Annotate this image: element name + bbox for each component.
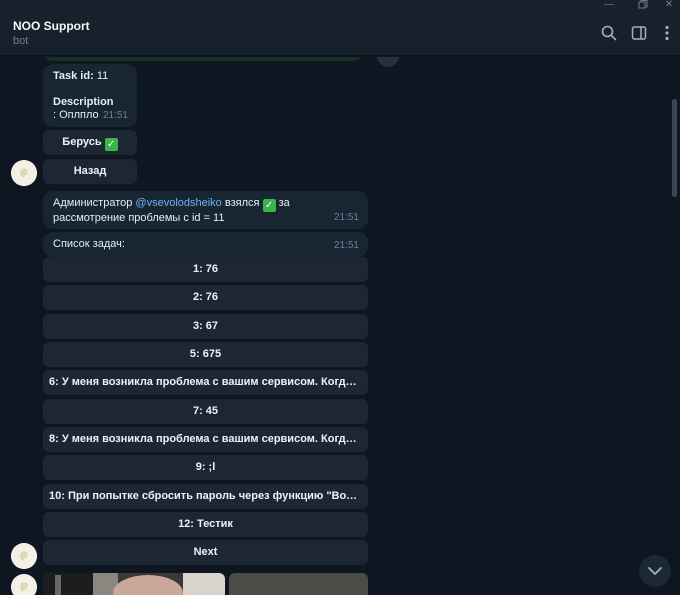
previous-message-bubble <box>43 57 363 61</box>
check-mark-icon: ✓ <box>262 199 276 212</box>
bot-avatar[interactable] <box>11 574 37 595</box>
admin-notice-prefix: Администратор <box>53 197 136 209</box>
message-time: 21:51 <box>102 110 128 121</box>
task-list-item-button[interactable]: 9: ;l <box>43 455 368 480</box>
task-list-bubble: Список задач: 21:51 <box>43 232 368 257</box>
task-list-item-button[interactable]: 10: При попытке сбросить пароль через фу… <box>43 484 368 509</box>
next-page-button[interactable]: Next <box>43 540 368 565</box>
task-list-item-button[interactable]: 2: 76 <box>43 285 368 310</box>
task-list-item-button[interactable]: 8: У меня возникла проблема с вашим серв… <box>43 427 368 452</box>
close-window-icon[interactable]: ✕ <box>658 0 680 12</box>
previous-reaction-button[interactable] <box>377 57 399 67</box>
message-time: 21:51 <box>333 240 359 251</box>
task-list-item-button[interactable]: 3: 67 <box>43 314 368 339</box>
next-page-label: Next <box>193 546 218 558</box>
bot-avatar[interactable] <box>11 160 37 186</box>
task-list-item-label: 9: ;l <box>195 461 216 473</box>
maximize-icon[interactable] <box>632 0 654 12</box>
chat-header: NOO Support bot — ✕ <box>0 0 680 56</box>
task-list-item-button[interactable]: 12: Тестик <box>43 512 368 537</box>
task-list-title: Список задач: <box>53 238 125 250</box>
take-task-label: Берусь <box>62 136 102 148</box>
chevron-down-icon <box>648 567 662 575</box>
scrollbar[interactable] <box>672 99 677 197</box>
check-mark-icon: ✓ <box>104 138 118 151</box>
message-list[interactable]: Task id: 11 Description : Оплпло 21:51 Б… <box>0 57 680 595</box>
task-list-item-label: 7: 45 <box>192 405 219 417</box>
admin-notice-bubble: Администратор @vsevolodsheiko взялся ✓ з… <box>43 191 368 229</box>
task-id-line: Task id: 11 <box>53 70 127 83</box>
task-list-item-label: 5: 675 <box>189 348 222 360</box>
photo-attachment[interactable] <box>229 573 368 595</box>
scroll-to-bottom-button[interactable] <box>639 555 671 587</box>
task-id-value: 11 <box>96 70 109 82</box>
photo-attachment[interactable] <box>43 573 225 595</box>
task-message-bubble: Task id: 11 Description : Оплпло 21:51 <box>43 64 137 127</box>
task-list-item-label: 12: Тестик <box>178 518 233 530</box>
task-list-item-label: 3: 67 <box>192 320 219 332</box>
task-list-item-label: 2: 76 <box>192 291 219 303</box>
chat-subtitle: bot <box>13 35 29 47</box>
search-icon[interactable] <box>600 24 618 42</box>
task-id-label: Task id: <box>53 70 94 82</box>
chat-title[interactable]: NOO Support <box>13 19 90 33</box>
minimize-icon[interactable]: — <box>598 0 620 12</box>
task-list-item-label: 1: 76 <box>192 263 219 275</box>
admin-notice-middle: взялся <box>221 197 263 209</box>
task-list-item-button[interactable]: 1: 76 <box>43 257 368 282</box>
bot-avatar[interactable] <box>11 543 37 569</box>
task-list-item-label: 10: При попытке сбросить пароль через фу… <box>49 490 368 502</box>
task-list-item-label: 6: У меня возникла проблема с вашим серв… <box>49 376 368 388</box>
back-button[interactable]: Назад <box>43 159 137 184</box>
task-list-item-button[interactable]: 6: У меня возникла проблема с вашим серв… <box>43 370 368 395</box>
task-description-label: Description <box>53 96 114 108</box>
sidebar-toggle-icon[interactable] <box>630 24 648 42</box>
admin-mention-link[interactable]: @vsevolodsheiko <box>135 197 221 209</box>
message-time: 21:51 <box>333 212 359 223</box>
back-label: Назад <box>73 165 107 177</box>
task-list-item-label: 8: У меня возникла проблема с вашим серв… <box>49 433 368 445</box>
take-task-button[interactable]: Берусь ✓ <box>43 130 137 155</box>
task-list-item-button[interactable]: 5: 675 <box>43 342 368 367</box>
more-options-icon[interactable] <box>658 24 676 42</box>
task-list-item-button[interactable]: 7: 45 <box>43 399 368 424</box>
